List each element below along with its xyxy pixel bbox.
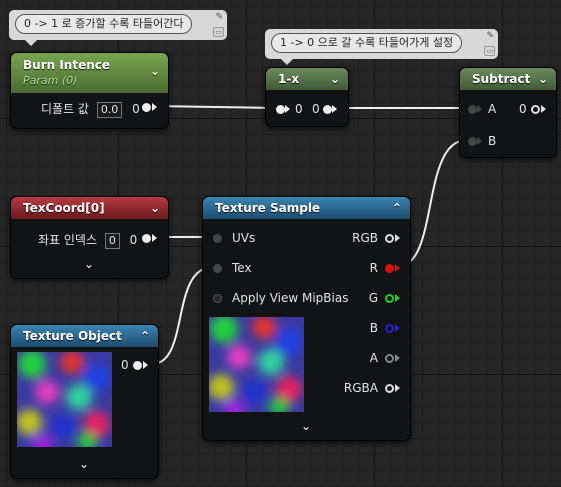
burn-intence-header[interactable]: Burn Intence Param (0) ⌄ — [11, 53, 168, 93]
output-arrow-icon — [143, 361, 148, 369]
output-arrow-icon — [395, 324, 400, 332]
output-arrow-icon — [395, 384, 400, 392]
output-b-label: B — [369, 321, 378, 335]
node-title: Texture Sample — [215, 201, 321, 215]
texture-sample-node[interactable]: Texture Sample ⌃ UVs Tex Apply View MipB… — [202, 196, 411, 441]
comment-badge: ▭ — [484, 46, 495, 56]
subtract-header[interactable]: Subtract ⌄ — [460, 68, 556, 90]
node-title: 1-x — [278, 72, 300, 86]
output-arrow-icon — [395, 264, 400, 272]
output-value: 0 — [121, 358, 129, 372]
node-subtitle: Param (0) — [23, 74, 78, 87]
input-b-label: B — [488, 134, 497, 148]
output-arrow-icon — [152, 103, 157, 111]
one-minus-node[interactable]: 1-x ⌄ 0 0 — [265, 67, 349, 127]
burn-intence-node[interactable]: Burn Intence Param (0) ⌄ 디폴트 값 0.0 0 — [10, 52, 169, 129]
output-pin-r[interactable] — [385, 264, 394, 273]
input-tex-label: Tex — [232, 261, 252, 275]
output-r-label: R — [369, 261, 378, 275]
output-pin-rgb[interactable] — [385, 234, 394, 243]
input-arrow-icon — [285, 105, 290, 113]
pin-icon[interactable]: ✎ — [486, 31, 494, 41]
chevron-down-icon[interactable]: ⌄ — [84, 257, 94, 271]
output-value: 0 — [519, 102, 527, 116]
output-value: 0 — [129, 233, 138, 247]
output-pin[interactable] — [142, 234, 151, 243]
input-pin-tex[interactable] — [213, 264, 222, 273]
input-pin[interactable] — [276, 105, 285, 114]
chevron-down-icon[interactable]: ⌄ — [538, 68, 548, 90]
output-arrow-icon — [395, 294, 400, 302]
output-pin-g[interactable] — [385, 294, 394, 303]
wire-burn-to-1x — [152, 105, 277, 109]
input-pin-a[interactable] — [468, 105, 477, 114]
output-pin[interactable] — [142, 103, 151, 112]
output-pin-a[interactable] — [385, 354, 394, 363]
comment-badge: ▭ — [213, 27, 224, 37]
input-mipbias-label: Apply View MipBias — [232, 291, 349, 305]
input-a-label: A — [488, 102, 497, 116]
output-arrow-icon — [541, 105, 546, 113]
coordinate-index-row: 좌표 인덱스 0 0 — [38, 231, 137, 249]
input-arrow-icon — [477, 137, 482, 145]
node-title: Subtract — [472, 72, 531, 86]
chevron-down-icon[interactable]: ⌄ — [301, 419, 311, 433]
output-arrow-icon — [395, 234, 400, 242]
input-pin-mipbias[interactable] — [213, 294, 222, 303]
output-arrow-icon — [332, 105, 337, 113]
texcoord-header[interactable]: TexCoord[0] ⌄ — [11, 197, 168, 219]
chevron-down-icon[interactable]: ⌄ — [150, 63, 160, 79]
input-arrow-icon — [477, 105, 482, 113]
default-value-field[interactable]: 0.0 — [96, 102, 123, 118]
output-rgb-label: RGB — [352, 231, 378, 245]
chevron-down-icon[interactable]: ⌄ — [79, 457, 89, 471]
input-pin-uvs[interactable] — [213, 234, 222, 243]
output-pin[interactable] — [531, 105, 540, 114]
output-pin[interactable] — [323, 105, 332, 114]
output-pin-rgba[interactable] — [385, 384, 394, 393]
default-value-row: 디폴트 값 0.0 0 — [41, 100, 140, 118]
output-g-label: G — [368, 291, 378, 305]
texture-sample-header[interactable]: Texture Sample ⌃ — [203, 197, 410, 219]
output-a-label: A — [369, 351, 378, 365]
texcoord-node[interactable]: TexCoord[0] ⌄ 좌표 인덱스 0 0 ⌄ — [10, 196, 169, 279]
input-uvs-label: UVs — [232, 231, 256, 245]
comment-one-minus-text: 1 -> 0 으로 갈 수록 타들어가게 설정 — [271, 33, 463, 53]
input-value: 0 — [295, 102, 303, 116]
chevron-up-icon[interactable]: ⌃ — [140, 325, 150, 347]
input-pin-b[interactable] — [468, 137, 477, 146]
comment-burn-text: 0 -> 1 로 증가할 수록 타들어간다 — [15, 14, 193, 34]
chevron-up-icon[interactable]: ⌃ — [392, 197, 402, 219]
subtract-node[interactable]: Subtract ⌄ A 0 B — [459, 67, 557, 158]
coordinate-index-label: 좌표 인덱스 — [38, 233, 98, 247]
node-title: Burn Intence — [23, 58, 111, 72]
output-rgba-label: RGBA — [343, 381, 378, 395]
coordinate-index-field[interactable]: 0 — [104, 233, 120, 249]
node-title: Texture Object — [23, 329, 122, 343]
comment-burn[interactable]: 0 -> 1 로 증가할 수록 타들어간다 ✎ ▭ — [9, 10, 227, 46]
texture-object-node[interactable]: Texture Object ⌃ 0 ⌄ — [10, 324, 159, 479]
one-minus-header[interactable]: 1-x ⌄ — [266, 68, 348, 90]
default-value-label: 디폴트 값 — [41, 102, 89, 116]
output-value: 0 — [312, 102, 320, 116]
output-arrow-icon — [152, 234, 157, 242]
texture-preview — [209, 317, 304, 412]
texture-object-header[interactable]: Texture Object ⌃ — [11, 325, 158, 347]
output-value: 0 — [132, 102, 140, 116]
chevron-down-icon[interactable]: ⌄ — [150, 197, 160, 219]
texture-preview — [17, 352, 112, 447]
pin-icon[interactable]: ✎ — [215, 12, 223, 22]
output-pin[interactable] — [133, 361, 142, 370]
chevron-down-icon[interactable]: ⌄ — [330, 68, 340, 90]
node-title: TexCoord[0] — [23, 201, 105, 215]
output-arrow-icon — [395, 354, 400, 362]
comment-one-minus[interactable]: 1 -> 0 으로 갈 수록 타들어가게 설정 ✎ ▭ — [265, 29, 498, 65]
output-pin-b[interactable] — [385, 324, 394, 333]
